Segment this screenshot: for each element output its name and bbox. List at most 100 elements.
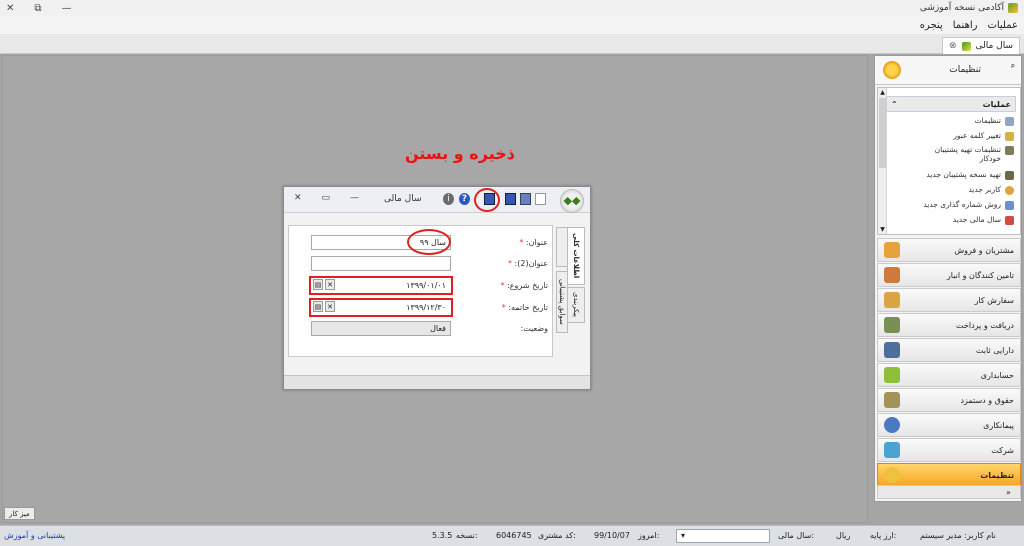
tree-item-new-backup[interactable]: تهیه نسخه پشتیبان جدید — [926, 170, 1014, 180]
nav-button-label: پیمانکاری — [983, 420, 1014, 430]
end-date-field[interactable]: ۱۳۹۹/۱۲/۳۰ ▤ ✕ — [309, 298, 453, 317]
title2-label-text: عنوان(2): — [514, 259, 548, 268]
operations-group-header[interactable]: ⌃ عملیات — [886, 96, 1016, 112]
payroll-icon — [884, 392, 900, 408]
nav-company[interactable]: شرکت — [877, 438, 1021, 462]
required-mark: * — [500, 281, 505, 290]
maximize-button[interactable]: ⧉ — [34, 3, 41, 14]
fixed-assets-icon — [884, 342, 900, 358]
nav-contracting[interactable]: پیمانکاری — [877, 413, 1021, 437]
tree-item-change-password[interactable]: تغییر کلمه عبور — [953, 131, 1014, 141]
nav-button-label: مشتریان و فروش — [954, 245, 1014, 255]
company-icon — [884, 442, 900, 458]
title2-input[interactable] — [311, 256, 451, 271]
dialog-window-controls: ✕ ▭ — — [294, 193, 359, 203]
scrollbar-thumb[interactable] — [879, 98, 886, 168]
version-label: نسخه: — [456, 531, 478, 540]
tree-item-label: کاربر جدید — [968, 185, 1001, 194]
version-value: 5.3.5 — [432, 531, 453, 540]
tree-item-auto-backup-settings[interactable]: تنظیمات تهیه پشتیبان خودکار — [914, 145, 1014, 163]
tree-item-new-numbering[interactable]: روش شماره گذاری جدید — [923, 200, 1014, 210]
tree-item-label: تغییر کلمه عبور — [953, 131, 1001, 140]
customer-code-label: کد مشتری: — [538, 531, 576, 540]
title-highlight — [407, 229, 451, 255]
nav-payroll[interactable]: حقوق و دستمزد — [877, 388, 1021, 412]
title-bar: ✕ ⧉ — آکادمی نسخه آموزشی — [0, 0, 1024, 16]
settings-icon — [884, 467, 900, 483]
currency-value: ریال — [836, 531, 851, 540]
end-date-label-text: تاریخ خاتمه: — [508, 303, 548, 312]
nav-header-title: تنظیمات — [949, 65, 981, 75]
nav-button-label: حسابداری — [980, 370, 1014, 380]
backup-icon — [1005, 171, 1014, 180]
nav-button-label: تنظیمات — [980, 470, 1014, 480]
tab-label: سال مالی — [975, 41, 1014, 51]
tab-logo-icon — [961, 41, 971, 51]
save-icon[interactable] — [505, 193, 516, 205]
scroll-down-icon[interactable]: ▼ — [878, 225, 887, 234]
dialog-minimize-button[interactable]: — — [350, 193, 359, 203]
new-document-icon[interactable] — [535, 193, 546, 205]
tree-item-new-fiscal-year[interactable]: سال مالی جدید — [953, 215, 1014, 225]
tree-item-new-user[interactable]: کاربر جدید — [968, 185, 1014, 195]
start-date-label: تاریخ شروع: * — [501, 281, 548, 290]
calendar-icon — [1005, 216, 1014, 225]
save-and-new-icon[interactable] — [520, 193, 531, 205]
tree-item-label: تنظیمات — [974, 116, 1001, 125]
key-icon — [1005, 132, 1014, 141]
nav-work-orders[interactable]: سفارش کار — [877, 288, 1021, 312]
start-date-label-text: تاریخ شروع: — [507, 281, 548, 290]
dialog-close-button[interactable]: ✕ — [294, 193, 302, 203]
nav-receipts-payments[interactable]: دریافت و پرداخت — [877, 313, 1021, 337]
dialog-logo-icon[interactable] — [560, 189, 584, 213]
nav-button-label: شرکت — [991, 445, 1014, 455]
nav-fixed-assets[interactable]: دارایی ثابت — [877, 338, 1021, 362]
nav-configure-icon[interactable]: » — [1006, 488, 1011, 497]
status-label: وضعیت: — [520, 324, 548, 333]
start-date-field[interactable]: ۱۳۹۹/۰۱/۰۱ ▤ ✕ — [309, 276, 453, 295]
close-button[interactable]: ✕ — [6, 3, 14, 14]
dialog-caption: سال مالی — [384, 194, 422, 204]
collapse-icon[interactable]: ⌃ — [891, 100, 898, 109]
nav-suppliers-inventory[interactable]: تامین کنندگان و انبار — [877, 263, 1021, 287]
calendar-icon[interactable]: ▤ — [313, 279, 323, 290]
dialog-status-bar — [284, 375, 590, 389]
pin-icon[interactable]: ᵖ — [1011, 63, 1015, 73]
menu-window[interactable]: پنجره — [920, 20, 943, 31]
nav-customers-sales[interactable]: مشتریان و فروش — [877, 238, 1021, 262]
minimize-button[interactable]: — — [62, 3, 72, 14]
nav-settings[interactable]: تنظیمات — [877, 463, 1021, 487]
chevron-down-icon[interactable]: ▾ — [681, 531, 685, 540]
tree-item-label: سال مالی جدید — [952, 215, 1001, 224]
tab-fiscal-year[interactable]: ⊗ سال مالی — [941, 37, 1020, 54]
end-date-label: تاریخ خاتمه: * — [502, 303, 548, 312]
info-icon[interactable]: i — [443, 193, 454, 205]
menu-operations[interactable]: عملیات — [987, 20, 1018, 31]
today-label: امروز: — [638, 531, 660, 540]
tab-close-icon[interactable]: ⊗ — [949, 41, 957, 51]
dialog-maximize-button[interactable]: ▭ — [322, 193, 331, 203]
nav-button-label: تامین کنندگان و انبار — [946, 270, 1014, 280]
fiscal-year-combo[interactable]: ▾ — [676, 529, 770, 543]
calendar-icon[interactable]: ▤ — [313, 301, 323, 312]
save-and-close-highlight — [474, 188, 500, 212]
tab-general-info[interactable]: اطلاعات کلی — [567, 227, 585, 285]
clear-date-icon[interactable]: ✕ — [325, 279, 335, 290]
menu-help[interactable]: راهنما — [953, 20, 978, 31]
customers-sales-icon — [884, 242, 900, 258]
tab-support-history[interactable]: سوابق پشتیبانی — [556, 271, 568, 333]
nav-button-label: حقوق و دستمزد — [960, 395, 1014, 405]
nav-accounting[interactable]: حسابداری — [877, 363, 1021, 387]
tab-configuration[interactable]: پیکربندی — [567, 287, 585, 323]
general-info-panel: عنوان: * سال ۹۹ عنوان(2): * تاریخ شروع: … — [288, 225, 553, 357]
desktop-tab[interactable]: میز کار — [4, 507, 35, 520]
operations-tree: ▲ ▼ ⌃ عملیات تنظیمات تغییر کلمه عبور تنظ… — [877, 87, 1021, 235]
work-orders-icon — [884, 292, 900, 308]
tree-item-settings[interactable]: تنظیمات — [975, 116, 1014, 126]
support-link[interactable]: پشتیبانی و آموزش — [4, 531, 65, 540]
required-mark: * — [501, 303, 506, 312]
contracting-icon — [884, 417, 900, 433]
help-icon[interactable]: ? — [459, 193, 470, 205]
tab-side[interactable] — [556, 227, 568, 267]
clear-date-icon[interactable]: ✕ — [325, 301, 335, 312]
